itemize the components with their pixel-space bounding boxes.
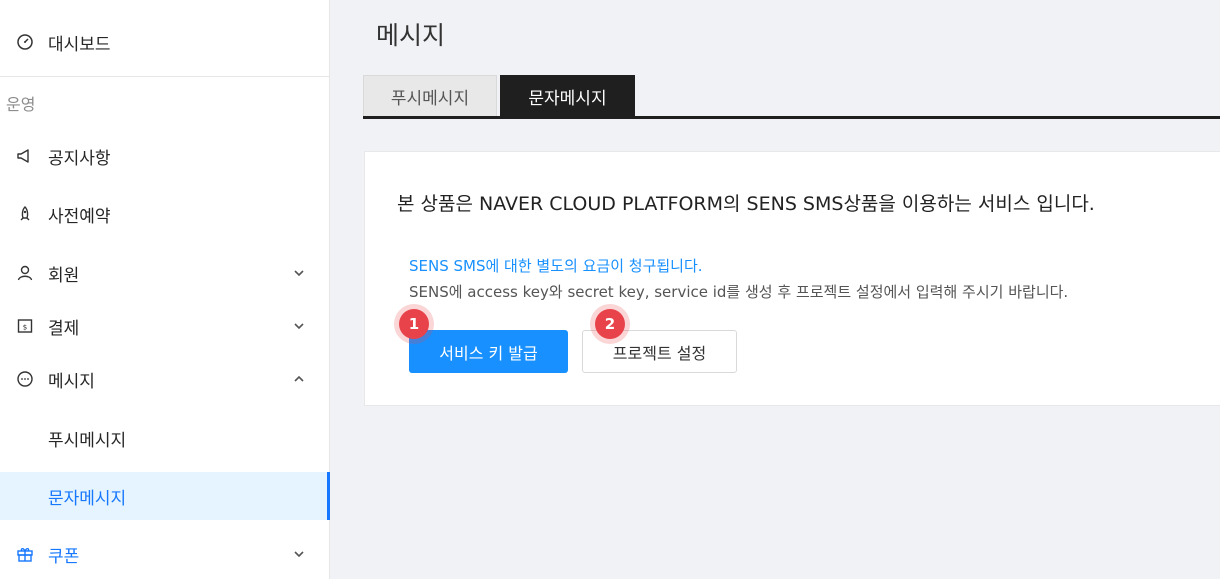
sidebar-item-label: 결제 [48, 318, 80, 339]
sidebar: 대시보드 운영 공지사항 사전예약 회원 $ 결제 메시지 푸시메시지 문자메시… [0, 0, 330, 579]
sidebar-item-label: 메시지 [48, 371, 95, 392]
chevron-down-icon [292, 319, 306, 333]
chevron-down-icon [292, 266, 306, 280]
sms-info-card: 본 상품은 NAVER CLOUD PLATFORM의 SENS SMS상품을 … [364, 151, 1220, 406]
sidebar-subitem-label: 푸시메시지 [48, 430, 127, 451]
page-title: 메시지 [376, 21, 446, 50]
gift-icon [16, 545, 34, 563]
setup-description-text: SENS에 access key와 secret key, service id… [409, 283, 1069, 301]
sidebar-item-payment[interactable]: $ 결제 [0, 314, 330, 339]
sidebar-item-label: 대시보드 [48, 34, 111, 55]
sidebar-item-members[interactable]: 회원 [0, 261, 330, 286]
step-badge-2: 2 [595, 309, 625, 339]
sidebar-item-label: 공지사항 [48, 148, 111, 169]
sidebar-item-message[interactable]: 메시지 [0, 367, 330, 392]
sidebar-item-preregistration[interactable]: 사전예약 [0, 202, 330, 227]
rocket-icon [16, 205, 34, 223]
receipt-icon: $ [16, 317, 34, 335]
tab-underline [363, 116, 1220, 119]
chevron-down-icon [292, 547, 306, 561]
user-icon [16, 264, 34, 282]
sidebar-subitem-push-message[interactable]: 푸시메시지 [0, 414, 330, 462]
sidebar-subitem-sms-message[interactable]: 문자메시지 [0, 472, 330, 520]
tab-push-message[interactable]: 푸시메시지 [363, 75, 497, 117]
tab-sms-message[interactable]: 문자메시지 [500, 75, 635, 117]
sidebar-item-label: 사전예약 [48, 206, 111, 227]
sidebar-divider [0, 76, 330, 77]
sidebar-item-coupon[interactable]: 쿠폰 [0, 542, 330, 567]
sidebar-subitem-label: 문자메시지 [48, 488, 127, 509]
message-icon [16, 370, 34, 388]
sidebar-item-notice[interactable]: 공지사항 [0, 144, 330, 169]
sidebar-item-dashboard[interactable]: 대시보드 [0, 30, 330, 55]
sidebar-group-title: 운영 [6, 95, 36, 114]
sidebar-item-label: 쿠폰 [48, 546, 80, 567]
chevron-up-icon [292, 372, 306, 386]
sidebar-item-label: 회원 [48, 265, 80, 286]
issue-service-key-button[interactable]: 서비스 키 발급 [409, 330, 568, 373]
step-badge-1: 1 [399, 309, 429, 339]
dashboard-icon [16, 33, 34, 51]
svg-text:$: $ [23, 324, 27, 332]
megaphone-icon [16, 147, 34, 165]
service-intro-text: 본 상품은 NAVER CLOUD PLATFORM의 SENS SMS상품을 … [397, 193, 1095, 215]
billing-notice-text: SENS SMS에 대한 별도의 요금이 청구됩니다. [409, 257, 703, 275]
